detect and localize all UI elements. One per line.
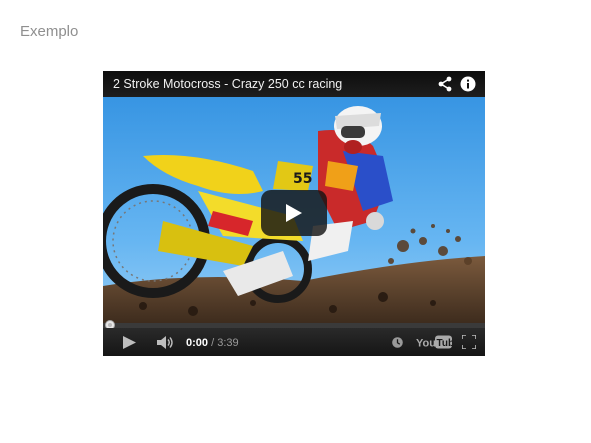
fullscreen-icon[interactable] bbox=[462, 335, 476, 349]
youtube-logo[interactable]: You Tube bbox=[416, 335, 452, 349]
volume-icon[interactable] bbox=[157, 336, 175, 349]
duration: 3:39 bbox=[217, 337, 239, 349]
title-bar: 2 Stroke Motocross - Crazy 250 cc racing bbox=[103, 71, 485, 97]
play-button[interactable] bbox=[123, 336, 136, 349]
watch-later-icon[interactable] bbox=[392, 337, 403, 348]
play-icon bbox=[286, 204, 302, 222]
time-display: 0:00 / 3:39 bbox=[186, 337, 239, 349]
video-player[interactable]: 55 2 Stroke Motocross - Crazy 250 cc rac… bbox=[103, 71, 485, 356]
svg-text:You: You bbox=[416, 338, 436, 350]
info-icon[interactable] bbox=[460, 76, 476, 92]
play-overlay-button[interactable] bbox=[261, 190, 327, 236]
page-heading: Exemplo bbox=[20, 23, 79, 40]
share-icon[interactable] bbox=[437, 76, 453, 92]
current-time: 0:00 bbox=[186, 337, 209, 349]
control-bar: 0:00 / 3:39 You Tube bbox=[103, 328, 485, 356]
svg-text:55: 55 bbox=[293, 171, 312, 187]
video-title[interactable]: 2 Stroke Motocross - Crazy 250 cc racing bbox=[113, 77, 342, 91]
svg-text:Tube: Tube bbox=[437, 338, 453, 349]
time-separator: / bbox=[208, 337, 218, 349]
